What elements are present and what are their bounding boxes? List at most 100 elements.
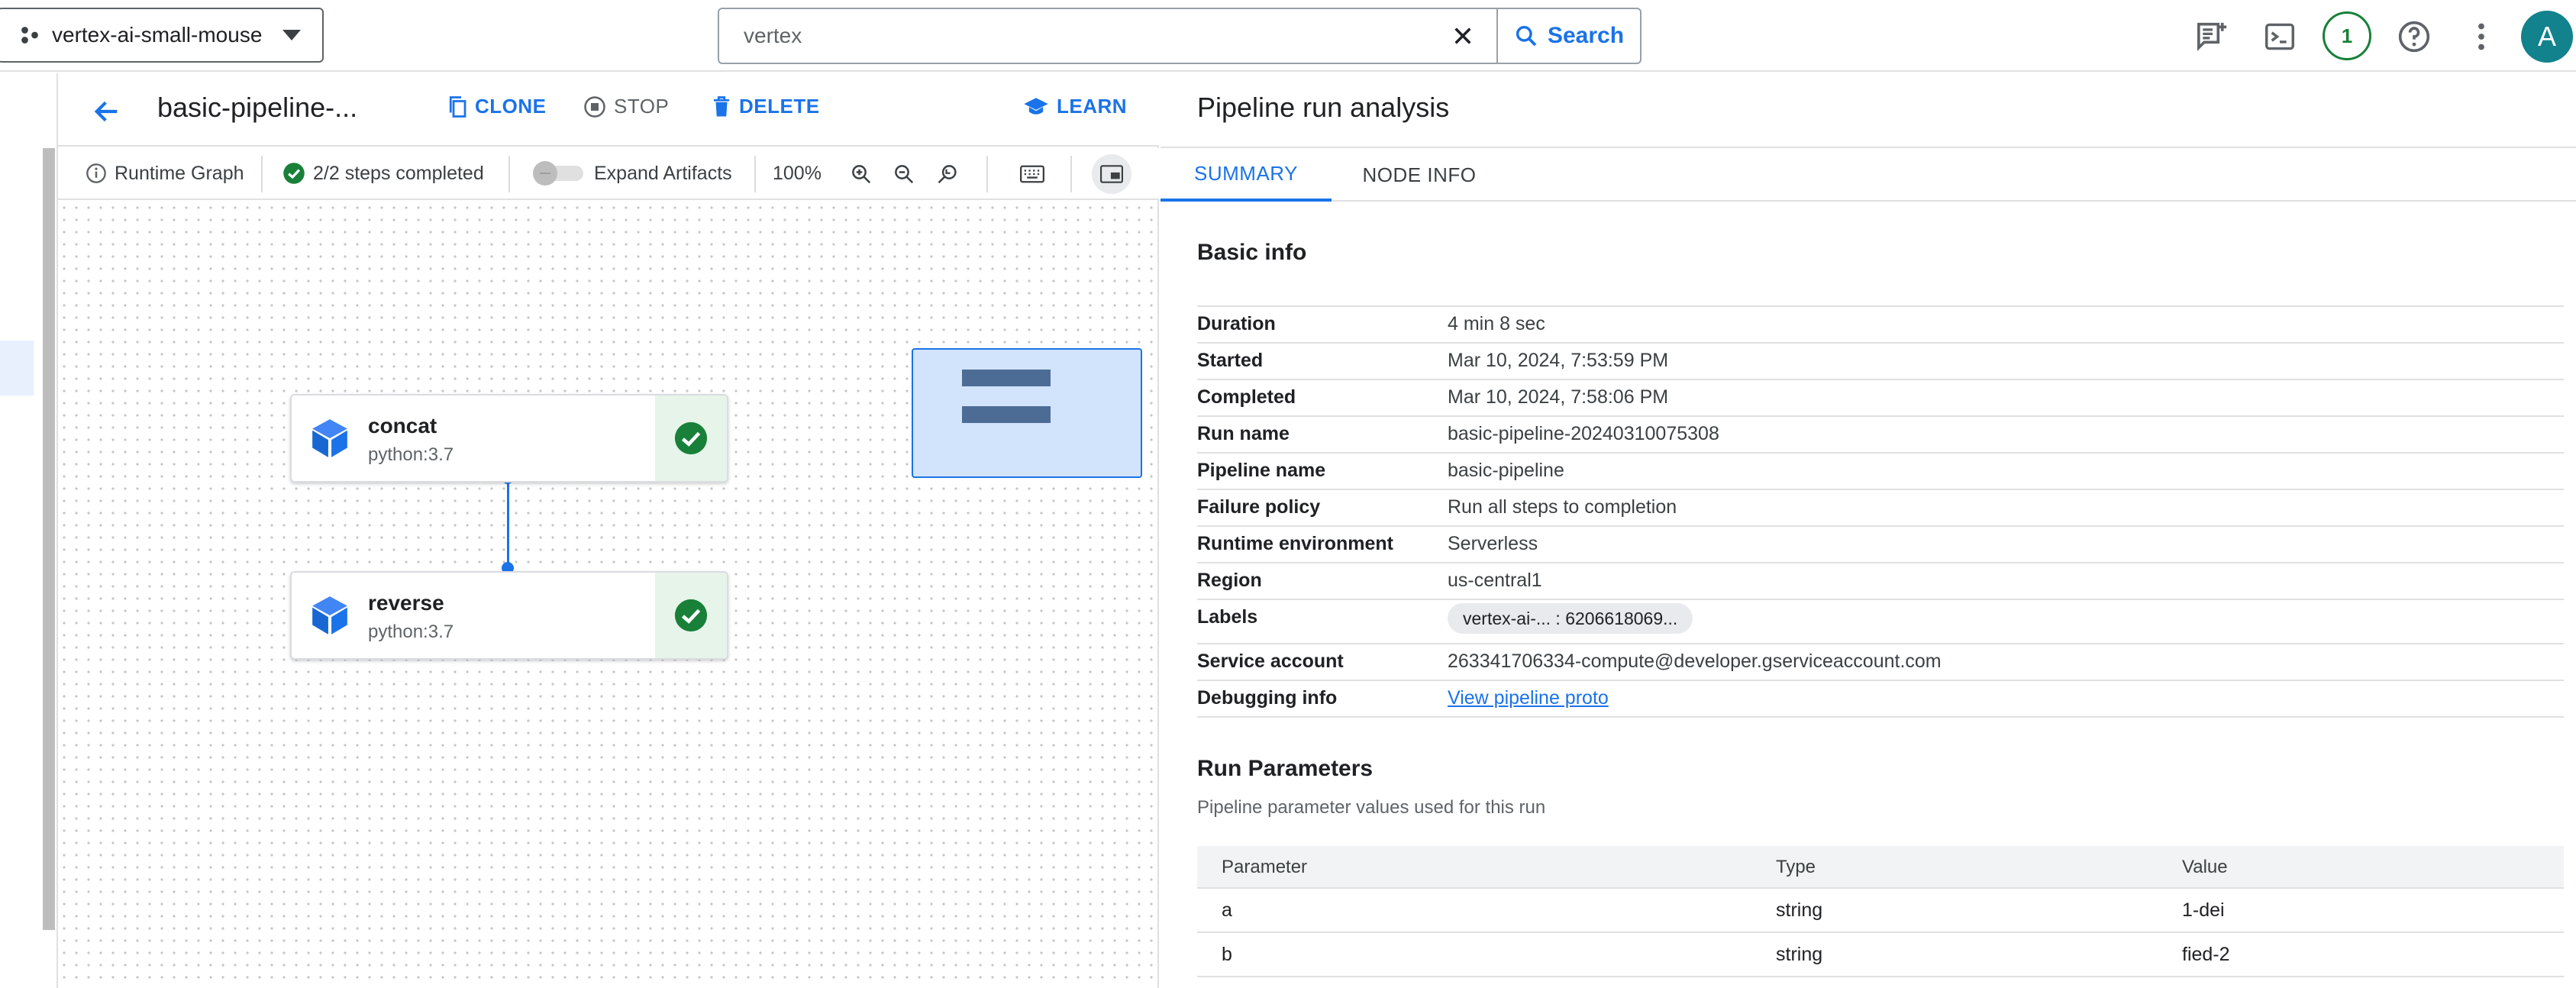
info-key: Runtime environment (1197, 533, 1393, 554)
zoom-reset-icon[interactable] (931, 157, 965, 191)
search-button-label: Search (1547, 23, 1625, 48)
avatar[interactable]: A (2521, 11, 2573, 63)
feedback-icon[interactable] (2191, 15, 2234, 58)
info-value: 263341706334-compute@developer.gservicea… (1448, 651, 1942, 672)
param-value: fied-2 (2182, 944, 2230, 965)
node-status (655, 573, 727, 658)
table-row: b string fied-2 (1197, 933, 2564, 977)
keyboard-icon[interactable] (1015, 157, 1049, 191)
runtime-graph-text: Runtime Graph (115, 162, 244, 184)
graph-toolbar: Runtime Graph 2/2 steps completed Expand… (58, 148, 1159, 200)
search-bar: Search (718, 8, 1641, 64)
search-input[interactable] (742, 13, 1429, 59)
node-image: python:3.7 (368, 622, 454, 642)
delete-label: DELETE (739, 95, 820, 118)
info-key: Failure policy (1197, 496, 1321, 518)
info-row-region: Region us-central1 (1197, 563, 2564, 600)
help-icon[interactable] (2393, 15, 2436, 58)
info-value: basic-pipeline (1448, 460, 1564, 481)
info-row-labels: Labels vertex-ai-... : 6206618069... (1197, 600, 2564, 644)
table-row: a string 1-dei (1197, 889, 2564, 933)
expand-artifacts-toggle[interactable]: Expand Artifacts (530, 160, 732, 187)
delete-button[interactable]: DELETE (712, 95, 820, 118)
notification-badge[interactable]: 1 (2323, 11, 2371, 60)
column-header-parameter: Parameter (1222, 857, 1308, 877)
param-type: string (1776, 899, 1823, 921)
project-picker[interactable]: vertex-ai-small-mouse (0, 8, 324, 63)
steps-completed: 2/2 steps completed (282, 162, 484, 185)
tab-node-info[interactable]: NODE INFO (1332, 148, 1507, 202)
info-icon (86, 163, 107, 184)
column-header-type: Type (1776, 857, 1816, 877)
graph-canvas[interactable]: concat python:3.7 reverse python:3.7 (58, 202, 1157, 988)
stop-button[interactable]: STOP (583, 95, 669, 118)
tab-bar: SUMMARY NODE INFO (1160, 147, 2576, 202)
info-row-debugging-info: Debugging info View pipeline proto (1197, 681, 2564, 718)
param-name: a (1222, 899, 1232, 921)
search-button[interactable]: Search (1498, 9, 1640, 63)
left-nav-rail (0, 73, 58, 988)
view-pipeline-proto-link[interactable]: View pipeline proto (1448, 687, 1609, 709)
zoom-in-icon[interactable] (844, 157, 878, 191)
zoom-level: 100% (773, 162, 822, 184)
pipeline-header: basic-pipeline-... CLONE STOP DELETE LEA… (58, 73, 1159, 147)
minimap-node (962, 406, 1051, 423)
left-nav-scrollbar[interactable] (43, 148, 55, 930)
trash-icon (712, 95, 731, 118)
zoom-out-icon[interactable] (887, 157, 921, 191)
info-value: Run all steps to completion (1448, 496, 1677, 518)
steps-completed-text: 2/2 steps completed (313, 162, 484, 184)
pipeline-node-reverse[interactable]: reverse python:3.7 (290, 571, 728, 660)
info-row-completed: Completed Mar 10, 2024, 7:58:06 PM (1197, 380, 2564, 417)
back-button[interactable] (86, 90, 128, 133)
cube-icon (292, 396, 368, 481)
check-circle-icon (282, 162, 305, 185)
left-nav-active-item[interactable] (0, 341, 34, 396)
info-key: Started (1197, 350, 1264, 371)
toolbar-divider (986, 156, 988, 192)
cloud-shell-icon[interactable] (2258, 15, 2301, 58)
learn-button[interactable]: LEARN (1023, 95, 1127, 118)
minimap[interactable] (912, 348, 1142, 478)
project-name: vertex-ai-small-mouse (52, 23, 263, 47)
info-row-started: Started Mar 10, 2024, 7:53:59 PM (1197, 344, 2564, 380)
tab-summary[interactable]: SUMMARY (1160, 148, 1332, 202)
clone-label: CLONE (475, 95, 547, 118)
runtime-graph-label: Runtime Graph (86, 163, 244, 185)
top-bar: vertex-ai-small-mouse Search 1 A (0, 0, 2576, 72)
param-name: b (1222, 944, 1232, 965)
cube-icon (292, 573, 368, 658)
more-vert-icon[interactable] (2460, 15, 2503, 58)
column-header-value: Value (2182, 857, 2228, 877)
clear-search-button[interactable] (1429, 9, 1498, 63)
info-key: Run name (1197, 423, 1290, 444)
info-row-runtime-environment: Runtime environment Serverless (1197, 527, 2564, 563)
info-row-service-account: Service account 263341706334-compute@dev… (1197, 644, 2564, 681)
expand-artifacts-text: Expand Artifacts (594, 162, 732, 184)
info-value: us-central1 (1448, 570, 1542, 591)
toolbar-divider (1070, 156, 1072, 192)
clone-button[interactable]: CLONE (447, 95, 547, 118)
close-icon (1452, 25, 1474, 47)
check-circle-icon (673, 598, 709, 633)
info-value: Mar 10, 2024, 7:58:06 PM (1448, 386, 1669, 408)
pipeline-title: basic-pipeline-... (157, 92, 358, 123)
param-type: string (1776, 944, 1823, 965)
label-chip[interactable]: vertex-ai-... : 6206618069... (1448, 603, 1693, 634)
info-key: Service account (1197, 651, 1344, 672)
info-value: Mar 10, 2024, 7:53:59 PM (1448, 350, 1669, 371)
info-key: Debugging info (1197, 687, 1338, 709)
pipeline-node-concat[interactable]: concat python:3.7 (290, 394, 728, 483)
node-status (655, 396, 727, 481)
info-value: Serverless (1448, 533, 1538, 554)
learn-label: LEARN (1057, 95, 1128, 118)
toolbar-divider (261, 156, 263, 192)
info-value: basic-pipeline-20240310075308 (1448, 423, 1719, 444)
info-key: Completed (1197, 386, 1296, 408)
minimap-node (962, 370, 1051, 386)
check-circle-icon (673, 421, 709, 456)
toggle-switch-icon (530, 160, 586, 187)
minimap-toggle-icon[interactable] (1092, 154, 1131, 194)
info-key: Labels (1197, 606, 1258, 628)
section-description: Pipeline parameter values used for this … (1197, 797, 1546, 818)
